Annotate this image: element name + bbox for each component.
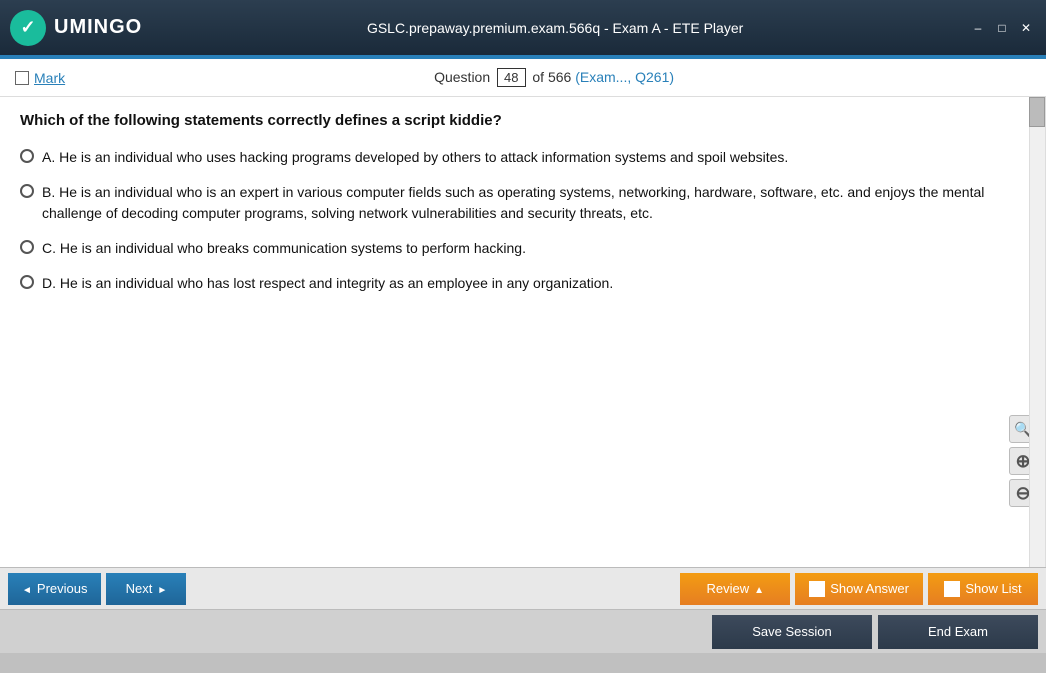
review-button[interactable]: Review	[680, 573, 790, 605]
mark-link[interactable]: Mark	[34, 70, 65, 86]
option-a[interactable]: A. He is an individual who uses hacking …	[20, 147, 1025, 168]
chevron-right-icon	[157, 581, 167, 596]
question-label: Question	[434, 69, 490, 85]
logo-area: ✓ UMINGO	[10, 10, 142, 46]
mark-checkbox[interactable]	[15, 71, 29, 85]
window-title: GSLC.prepaway.premium.exam.566q - Exam A…	[142, 20, 968, 36]
question-text: Which of the following statements correc…	[20, 112, 1025, 129]
show-answer-button[interactable]: Show Answer	[795, 573, 923, 605]
mark-area: Mark	[15, 70, 65, 86]
question-number-area: Question 48 of 566 (Exam..., Q261)	[77, 68, 1031, 87]
show-list-button[interactable]: Show List	[928, 573, 1038, 605]
option-d[interactable]: D. He is an individual who has lost resp…	[20, 273, 1025, 294]
title-bar: ✓ UMINGO GSLC.prepaway.premium.exam.566q…	[0, 0, 1046, 55]
chevron-up-icon	[754, 581, 764, 596]
action-bar: Save Session End Exam	[0, 609, 1046, 653]
close-button[interactable]: ✕	[1016, 20, 1036, 36]
option-b[interactable]: B. He is an individual who is an expert …	[20, 182, 1025, 224]
option-d-text: D. He is an individual who has lost resp…	[42, 273, 613, 294]
chevron-left-icon	[22, 581, 32, 596]
question-ref: (Exam..., Q261)	[575, 69, 674, 85]
option-c[interactable]: C. He is an individual who breaks commun…	[20, 238, 1025, 259]
end-exam-button[interactable]: End Exam	[878, 615, 1038, 649]
question-header: Mark Question 48 of 566 (Exam..., Q261)	[0, 59, 1046, 97]
option-a-text: A. He is an individual who uses hacking …	[42, 147, 788, 168]
minimize-button[interactable]: –	[968, 20, 988, 36]
nav-bar: Previous Next Review Show Answer Show Li…	[0, 567, 1046, 609]
scrollbar[interactable]	[1029, 97, 1045, 567]
main-area: Which of the following statements correc…	[0, 97, 1046, 673]
logo-text: UMINGO	[54, 16, 142, 39]
window-controls: – □ ✕	[968, 20, 1036, 36]
show-answer-checkbox-icon	[809, 581, 825, 597]
main-content: Which of the following statements correc…	[0, 97, 1046, 567]
question-number-box: 48	[497, 68, 525, 87]
radio-d[interactable]	[20, 275, 34, 289]
logo-icon: ✓	[10, 10, 46, 46]
previous-button[interactable]: Previous	[8, 573, 101, 605]
content-wrapper: Which of the following statements correc…	[0, 97, 1046, 673]
save-session-button[interactable]: Save Session	[712, 615, 872, 649]
option-b-text: B. He is an individual who is an expert …	[42, 182, 1025, 224]
show-list-checkbox-icon	[944, 581, 960, 597]
radio-b[interactable]	[20, 184, 34, 198]
maximize-button[interactable]: □	[992, 20, 1012, 36]
radio-c[interactable]	[20, 240, 34, 254]
option-c-text: C. He is an individual who breaks commun…	[42, 238, 526, 259]
of-label: of 566	[532, 69, 571, 85]
next-button[interactable]: Next	[106, 573, 186, 605]
scroll-thumb[interactable]	[1029, 97, 1045, 127]
radio-a[interactable]	[20, 149, 34, 163]
